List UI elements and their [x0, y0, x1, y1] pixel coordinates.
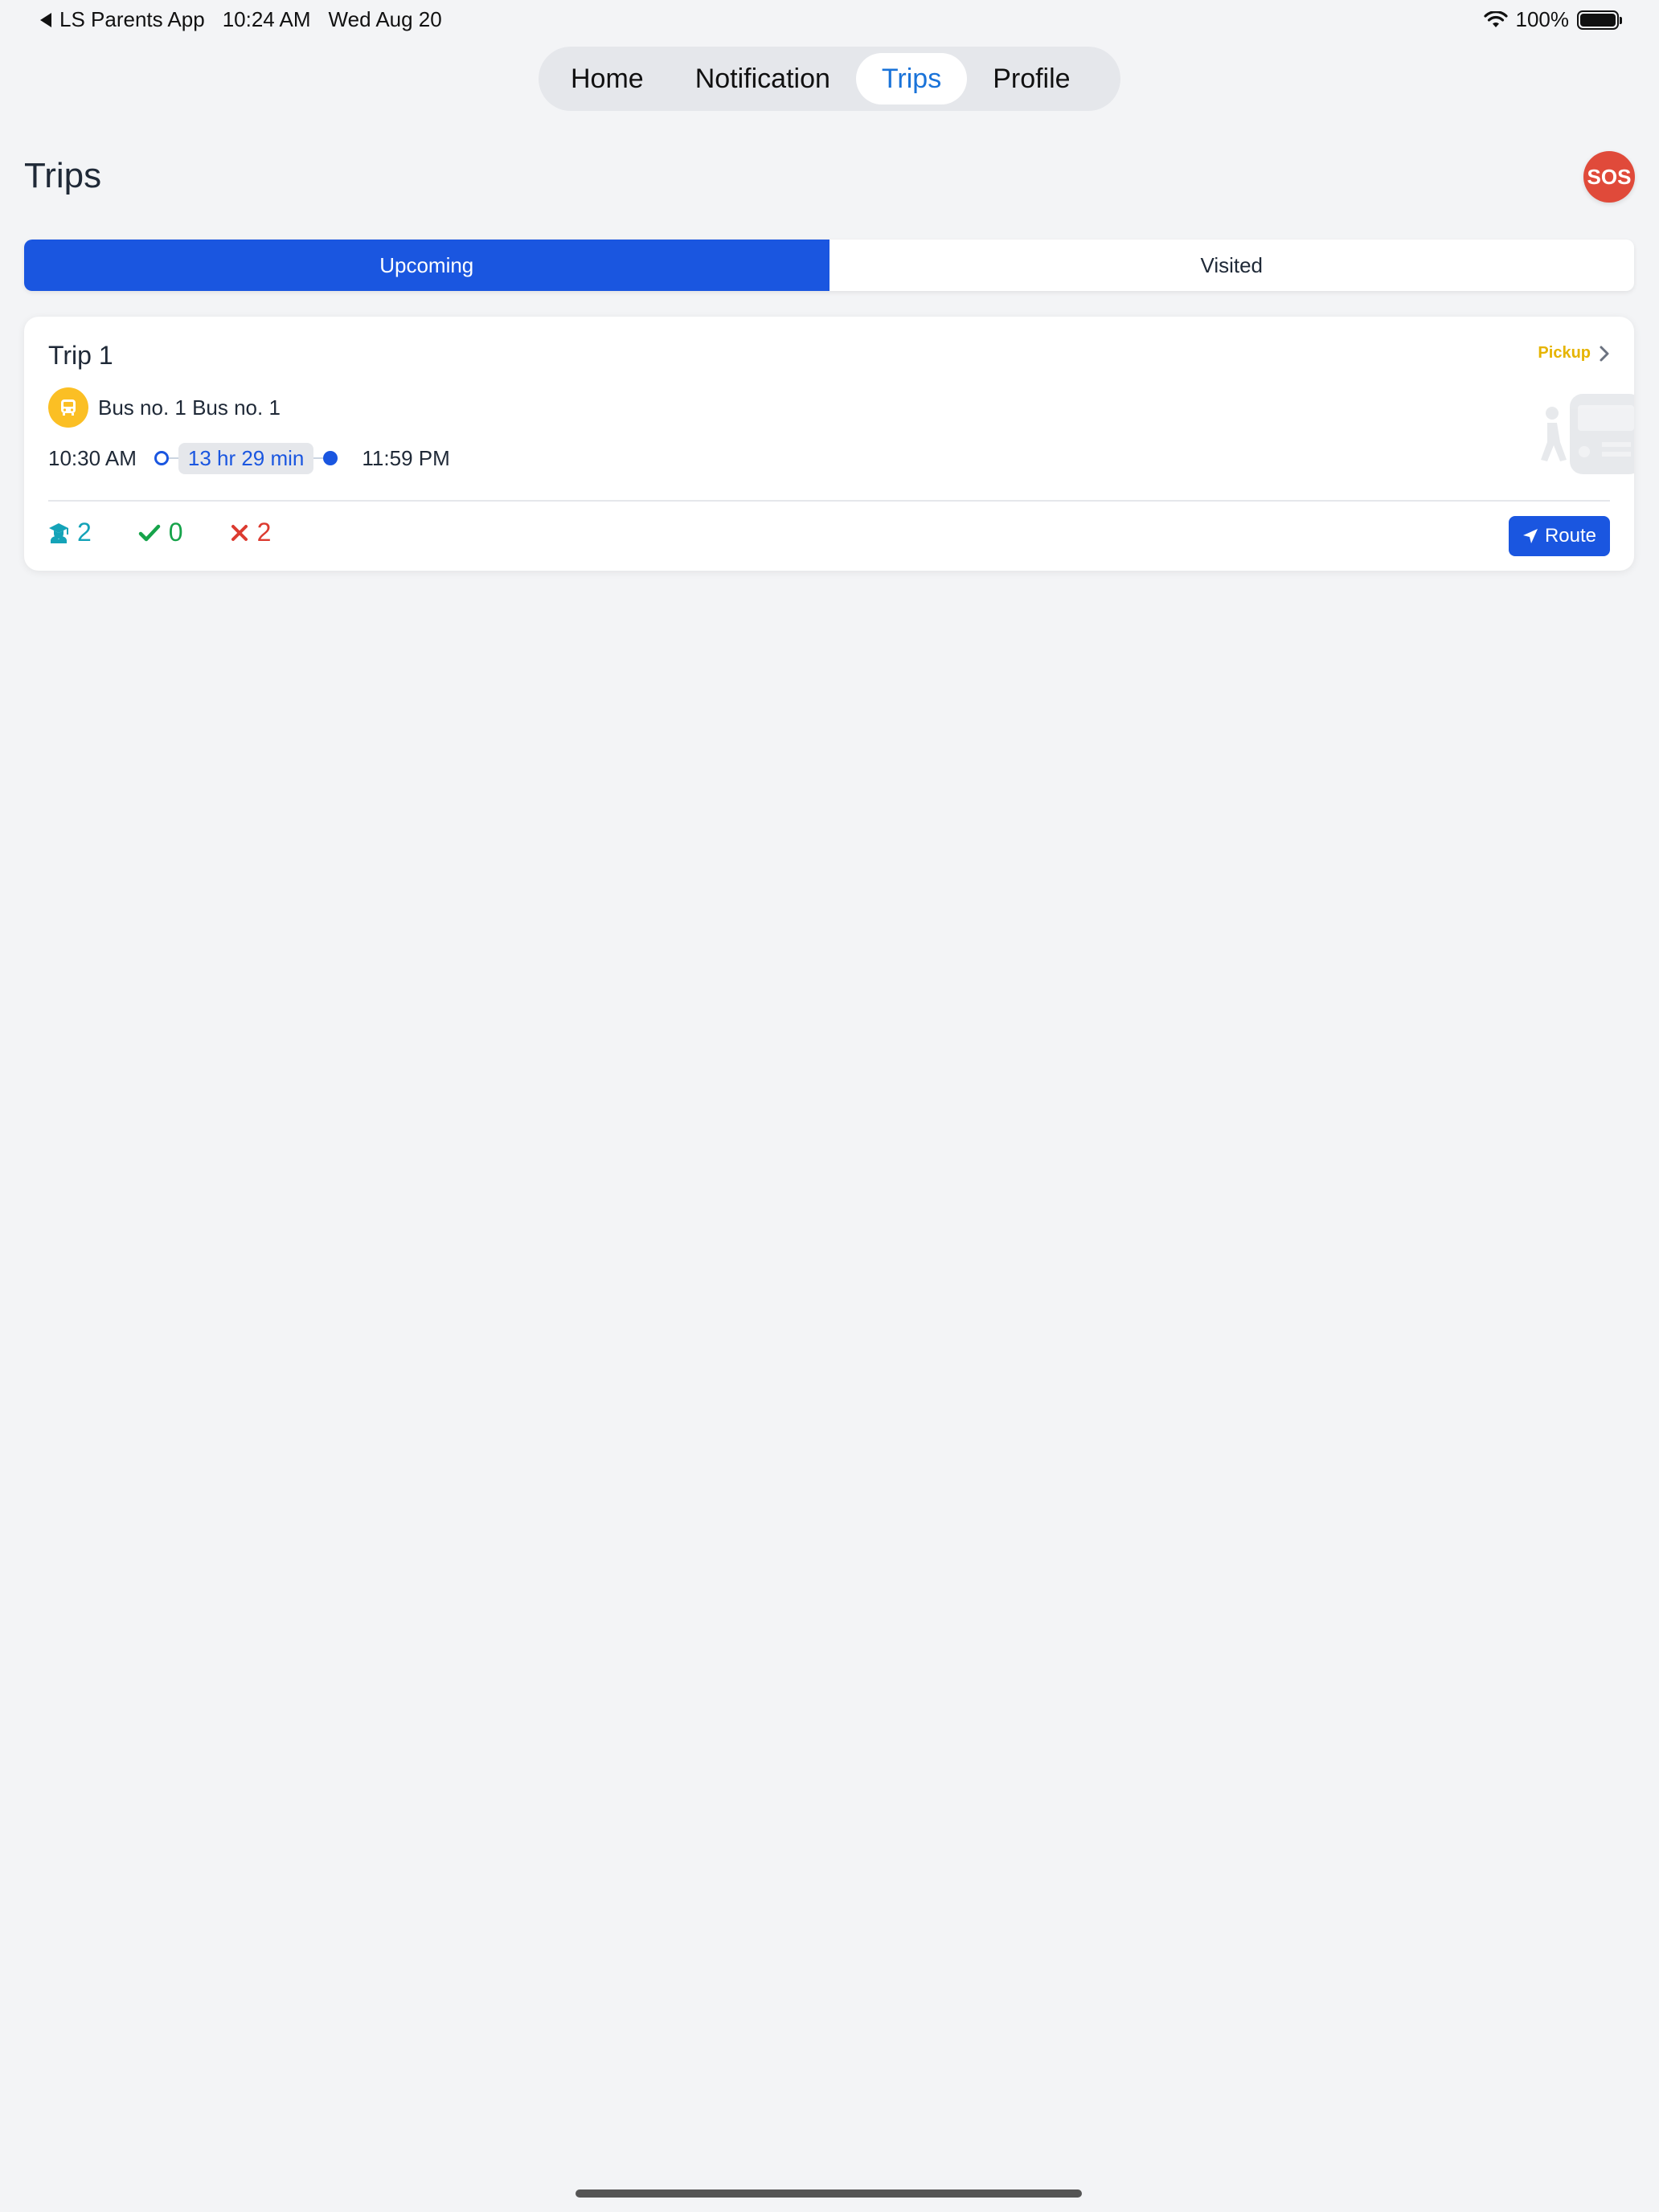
- status-left: LS Parents App 10:24 AM Wed Aug 20: [40, 7, 442, 32]
- battery-icon: [1577, 10, 1622, 30]
- sos-button[interactable]: SOS: [1583, 151, 1635, 203]
- back-arrow-icon: [40, 12, 51, 27]
- student-icon: [49, 522, 68, 543]
- navigation-arrow-icon: [1522, 529, 1538, 543]
- close-icon: [231, 524, 248, 541]
- tab-visited[interactable]: Visited: [830, 240, 1635, 291]
- timeline-line: [168, 457, 178, 459]
- end-point-icon: [323, 451, 338, 465]
- trip-stats: 2 0 2: [48, 518, 271, 547]
- trip-duration: 13 hr 29 min: [178, 442, 314, 474]
- route-button[interactable]: Route: [1509, 516, 1610, 556]
- battery-percent: 100%: [1515, 7, 1570, 31]
- status-time: 10:24 AM: [222, 7, 311, 31]
- trip-type[interactable]: Pickup: [1538, 344, 1610, 363]
- status-date: Wed Aug 20: [328, 7, 442, 31]
- bus-row: Bus no. 1 Bus no. 1: [48, 387, 281, 428]
- stat-total-value: 2: [77, 518, 92, 547]
- nav-notification[interactable]: Notification: [670, 53, 856, 104]
- nav-home[interactable]: Home: [545, 53, 670, 104]
- stat-completed: 0: [138, 518, 183, 547]
- bus-icon: [61, 399, 76, 416]
- check-icon: [138, 524, 161, 541]
- page-title: Trips: [24, 156, 102, 195]
- trip-type-label: Pickup: [1538, 344, 1591, 362]
- end-time: 11:59 PM: [362, 445, 450, 470]
- trips-screen: LS Parents App 10:24 AM Wed Aug 20 100% …: [0, 0, 1659, 2212]
- wifi-icon: [1483, 10, 1508, 27]
- trip-card[interactable]: Trip 1 Pickup Bus no. 1 Bus no. 1 10:30 …: [24, 317, 1634, 571]
- start-time: 10:30 AM: [48, 445, 137, 470]
- nav-profile[interactable]: Profile: [967, 53, 1096, 104]
- stat-total-students: 2: [48, 518, 92, 547]
- tab-upcoming[interactable]: Upcoming: [24, 240, 830, 291]
- time-row: 10:30 AM 13 hr 29 min 11:59 PM: [48, 442, 450, 474]
- student-bus-watermark-icon: [1541, 394, 1634, 474]
- status-right: 100%: [1483, 7, 1622, 32]
- chevron-right-icon: [1600, 346, 1609, 361]
- stat-missed-value: 2: [256, 518, 272, 547]
- top-nav: Home Notification Trips Profile: [539, 47, 1120, 111]
- home-indicator[interactable]: [576, 2189, 1082, 2198]
- bus-name: Bus no. 1 Bus no. 1: [98, 395, 281, 420]
- start-point-icon: [154, 451, 169, 465]
- trip-title: Trip 1: [48, 341, 113, 370]
- nav-trips[interactable]: Trips: [855, 53, 968, 104]
- trip-tabs: Upcoming Visited: [24, 240, 1634, 291]
- stat-missed: 2: [230, 518, 272, 547]
- back-app-label: LS Parents App: [59, 7, 205, 31]
- bus-badge: [48, 387, 88, 428]
- stat-completed-value: 0: [168, 518, 183, 547]
- route-button-label: Route: [1544, 525, 1597, 547]
- timeline-line: [313, 457, 324, 459]
- status-bar: LS Parents App 10:24 AM Wed Aug 20 100%: [0, 0, 1659, 39]
- back-to-app-link[interactable]: LS Parents App: [40, 7, 205, 32]
- card-divider: [48, 500, 1610, 502]
